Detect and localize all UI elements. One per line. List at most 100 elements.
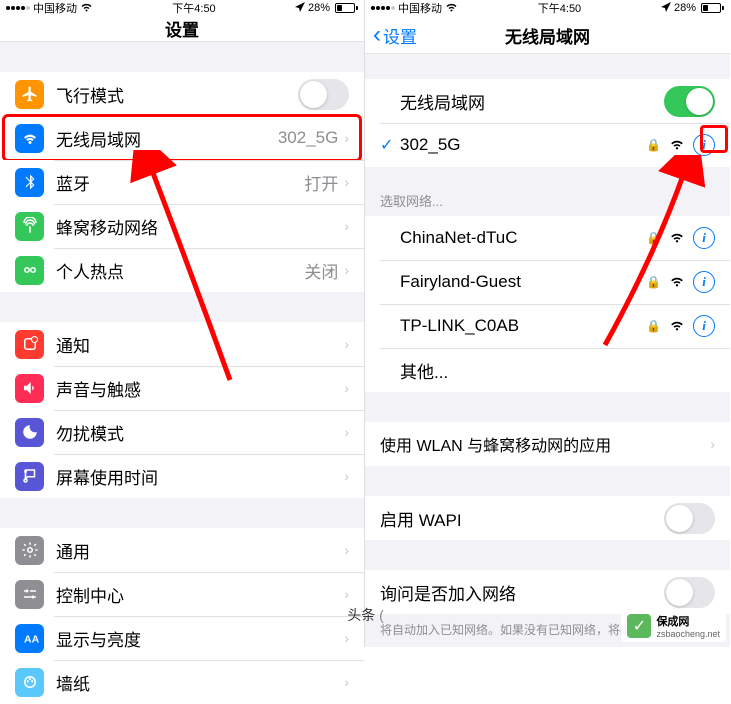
wifi-value: 302_5G: [278, 128, 339, 148]
status-bar: 中国移动 下午4:50 28%: [365, 0, 730, 17]
chevron-icon: ›: [344, 674, 349, 690]
wifi-status-icon: [445, 2, 458, 15]
info-button[interactable]: i: [693, 271, 715, 293]
hotspot-row[interactable]: 个人热点 关闭 ›: [0, 248, 364, 292]
ask-join-row[interactable]: 询问是否加入网络: [365, 570, 730, 614]
carrier-label: 中国移动: [33, 0, 77, 16]
sound-label: 声音与触感: [56, 376, 344, 401]
airplane-icon: [15, 80, 44, 109]
back-button[interactable]: ‹ 设置: [373, 21, 417, 49]
network-name: TP-LINK_C0AB: [400, 316, 646, 336]
airplane-toggle[interactable]: [298, 79, 349, 110]
wifi-toggle-label: 无线局域网: [380, 89, 664, 114]
hotspot-label: 个人热点: [56, 258, 304, 283]
screentime-label: 屏幕使用时间: [56, 464, 344, 489]
wifi-signal-icon: [669, 318, 685, 334]
info-button[interactable]: i: [693, 134, 715, 156]
hotspot-value: 关闭: [304, 258, 338, 283]
battery-icon: [699, 3, 724, 13]
lock-icon: 🔒: [646, 275, 661, 289]
connected-network-row[interactable]: ✓ 302_5G 🔒 i: [365, 123, 730, 167]
display-row[interactable]: AA 显示与亮度 ›: [0, 616, 364, 660]
control-center-icon: [15, 580, 44, 609]
dnd-icon: [15, 418, 44, 447]
info-button[interactable]: i: [693, 227, 715, 249]
watermark-icon: ✓: [627, 614, 651, 638]
screentime-row[interactable]: 屏幕使用时间 ›: [0, 454, 364, 498]
battery-label: 28%: [308, 2, 330, 14]
location-icon: [661, 2, 671, 15]
signal-icon: [6, 6, 30, 10]
notifications-row[interactable]: 通知 ›: [0, 322, 364, 366]
other-network-row[interactable]: 其他...: [365, 348, 730, 392]
watermark-name: 保成网: [656, 613, 720, 629]
cellular-label: 蜂窝移动网络: [56, 214, 344, 239]
sound-row[interactable]: 声音与触感 ›: [0, 366, 364, 410]
chevron-icon: ›: [344, 130, 349, 146]
location-icon: [295, 2, 305, 15]
wifi-toggle-row[interactable]: 无线局域网: [365, 79, 730, 123]
page-title: 设置: [165, 16, 199, 41]
carrier-label: 中国移动: [398, 0, 442, 16]
control-center-row[interactable]: 控制中心 ›: [0, 572, 364, 616]
time-label: 下午4:50: [172, 0, 215, 16]
dnd-row[interactable]: 勿扰模式 ›: [0, 410, 364, 454]
svg-text:AA: AA: [24, 634, 39, 646]
toutiao-watermark: 头条 (: [347, 605, 384, 625]
lock-icon: 🔒: [646, 231, 661, 245]
battery-label: 28%: [674, 2, 696, 14]
wallpaper-row[interactable]: 墙纸 ›: [0, 660, 364, 704]
network-name: Fairyland-Guest: [400, 272, 646, 292]
hotspot-icon: [15, 256, 44, 285]
header: 设置: [0, 16, 364, 42]
wallpaper-label: 墙纸: [56, 670, 344, 695]
back-label: 设置: [383, 23, 417, 48]
wapi-row[interactable]: 启用 WAPI: [365, 496, 730, 540]
bluetooth-value: 打开: [304, 170, 338, 195]
wifi-toggle[interactable]: [664, 86, 715, 117]
watermark-url: zsbaocheng.net: [656, 629, 720, 639]
wallpaper-icon: [15, 668, 44, 697]
status-bar: 中国移动 下午4:50 28%: [0, 0, 364, 16]
bluetooth-icon: [15, 168, 44, 197]
header: ‹ 设置 无线局域网: [365, 17, 730, 54]
screentime-icon: [15, 462, 44, 491]
ask-join-label: 询问是否加入网络: [380, 580, 664, 605]
network-row[interactable]: Fairyland-Guest 🔒 i: [365, 260, 730, 304]
chevron-icon: ›: [344, 174, 349, 190]
network-row[interactable]: TP-LINK_C0AB 🔒 i: [365, 304, 730, 348]
signal-icon: [371, 6, 395, 10]
general-label: 通用: [56, 538, 344, 563]
wapi-label: 启用 WAPI: [380, 506, 664, 531]
chevron-icon: ›: [344, 630, 349, 646]
wifi-signal-icon: [669, 274, 685, 290]
wifi-label: 无线局域网: [56, 126, 278, 151]
wifi-screen: 中国移动 下午4:50 28% ‹ 设置 无线局域网: [365, 0, 730, 647]
airplane-mode-row[interactable]: 飞行模式: [0, 72, 364, 116]
dnd-label: 勿扰模式: [56, 420, 344, 445]
network-name: ChinaNet-dTuC: [400, 228, 646, 248]
ask-join-toggle[interactable]: [664, 577, 715, 608]
bluetooth-row[interactable]: 蓝牙 打开 ›: [0, 160, 364, 204]
notifications-icon: [15, 330, 44, 359]
chevron-icon: ›: [344, 586, 349, 602]
wlan-cellular-label: 使用 WLAN 与蜂窝移动网的应用: [380, 432, 710, 456]
info-button[interactable]: i: [693, 315, 715, 337]
network-row[interactable]: ChinaNet-dTuC 🔒 i: [365, 216, 730, 260]
lock-icon: 🔒: [646, 138, 661, 152]
wifi-signal-icon: [669, 230, 685, 246]
chevron-icon: ›: [344, 262, 349, 278]
network-name: 302_5G: [400, 135, 646, 155]
wifi-status-icon: [80, 2, 93, 15]
notifications-label: 通知: [56, 332, 344, 357]
cellular-row[interactable]: 蜂窝移动网络 ›: [0, 204, 364, 248]
wifi-row[interactable]: 无线局域网 302_5G ›: [0, 116, 364, 160]
chevron-icon: ›: [344, 218, 349, 234]
wapi-toggle[interactable]: [664, 503, 715, 534]
chevron-icon: ›: [344, 336, 349, 352]
general-row[interactable]: 通用 ›: [0, 528, 364, 572]
chevron-icon: ›: [710, 436, 715, 452]
other-label: 其他...: [400, 358, 715, 383]
wlan-cellular-row[interactable]: 使用 WLAN 与蜂窝移动网的应用 ›: [365, 422, 730, 466]
page-title: 无线局域网: [505, 23, 590, 48]
